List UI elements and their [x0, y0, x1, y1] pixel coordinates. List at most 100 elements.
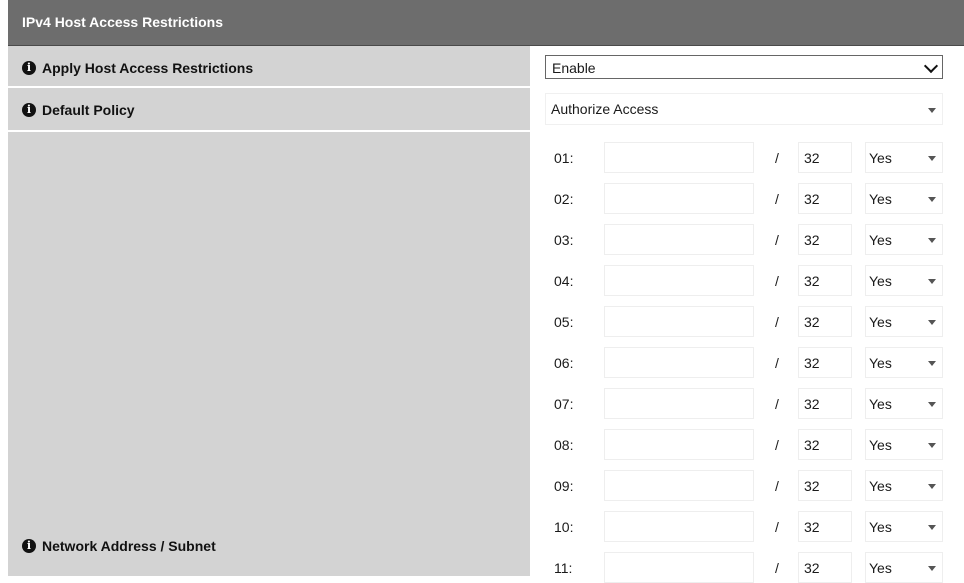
subnet-mask-input[interactable]: 32: [798, 265, 852, 296]
row-enabled-value: Yes: [869, 232, 892, 248]
subnet-mask-input[interactable]: 32: [798, 429, 852, 460]
subnet-separator: /: [775, 437, 779, 453]
subnet-mask-value: 32: [804, 519, 820, 535]
network-address-input[interactable]: [604, 224, 754, 255]
row-number: 07:: [554, 396, 574, 412]
subnet-separator: /: [775, 519, 779, 535]
chevron-down-icon: [923, 58, 939, 74]
row-number: 02:: [554, 191, 574, 207]
row-enabled-select[interactable]: Yes: [865, 388, 943, 419]
policy-label-cell: i Default Policy: [8, 88, 530, 131]
host-access-panel: IPv4 Host Access Restrictions i Apply Ho…: [0, 0, 964, 583]
row-enabled-select[interactable]: Yes: [865, 429, 943, 460]
apply-label-cell: i Apply Host Access Restrictions: [8, 46, 530, 87]
row-enabled-select[interactable]: Yes: [865, 183, 943, 214]
row-number: 08:: [554, 437, 574, 453]
chevron-down-icon: [928, 484, 936, 489]
network-address-input[interactable]: [604, 429, 754, 460]
subnet-mask-input[interactable]: 32: [798, 470, 852, 501]
subnet-mask-value: 32: [804, 355, 820, 371]
info-icon[interactable]: i: [22, 103, 36, 117]
row-enabled-select[interactable]: Yes: [865, 142, 943, 173]
subnet-mask-input[interactable]: 32: [798, 347, 852, 378]
row-enabled-value: Yes: [869, 478, 892, 494]
row-number: 09:: [554, 478, 574, 494]
row-enabled-select[interactable]: Yes: [865, 470, 943, 501]
chevron-down-icon: [928, 279, 936, 284]
subnet-separator: /: [775, 150, 779, 166]
subnet-separator: /: [775, 273, 779, 289]
apply-restrictions-select[interactable]: Enable: [545, 55, 943, 79]
row-number: 03:: [554, 232, 574, 248]
subnet-separator: /: [775, 314, 779, 330]
subnet-mask-value: 32: [804, 396, 820, 412]
row-enabled-value: Yes: [869, 396, 892, 412]
network-address-input[interactable]: [604, 552, 754, 583]
network-address-input[interactable]: [604, 511, 754, 542]
subnet-mask-input[interactable]: 32: [798, 388, 852, 419]
subnet-separator: /: [775, 560, 779, 576]
network-address-input[interactable]: [604, 265, 754, 296]
section-title: IPv4 Host Access Restrictions: [22, 14, 224, 30]
info-icon[interactable]: i: [22, 539, 36, 553]
network-address-input[interactable]: [604, 306, 754, 337]
row-number: 11:: [554, 560, 573, 576]
row-enabled-select[interactable]: Yes: [865, 265, 943, 296]
chevron-down-icon: [928, 238, 936, 243]
subnet-mask-value: 32: [804, 273, 820, 289]
row-enabled-select[interactable]: Yes: [865, 347, 943, 378]
chevron-down-icon: [928, 108, 936, 113]
subnet-mask-input[interactable]: 32: [798, 142, 852, 173]
network-label-cell: i Network Address / Subnet: [8, 132, 530, 576]
network-address-input[interactable]: [604, 142, 754, 173]
row-enabled-value: Yes: [869, 150, 892, 166]
row-enabled-select[interactable]: Yes: [865, 511, 943, 542]
subnet-separator: /: [775, 232, 779, 248]
network-address-input[interactable]: [604, 183, 754, 214]
row-enabled-value: Yes: [869, 191, 892, 207]
default-policy-select[interactable]: Authorize Access: [545, 93, 943, 125]
chevron-down-icon: [928, 443, 936, 448]
network-label: Network Address / Subnet: [42, 538, 216, 554]
row-enabled-select[interactable]: Yes: [865, 224, 943, 255]
subnet-mask-value: 32: [804, 478, 820, 494]
row-enabled-select[interactable]: Yes: [865, 306, 943, 337]
subnet-mask-value: 32: [804, 560, 820, 576]
chevron-down-icon: [928, 320, 936, 325]
subnet-mask-input[interactable]: 32: [798, 511, 852, 542]
chevron-down-icon: [928, 361, 936, 366]
row-number: 06:: [554, 355, 574, 371]
section-header: IPv4 Host Access Restrictions: [8, 0, 964, 46]
apply-restrictions-value: Enable: [552, 60, 596, 76]
subnet-separator: /: [775, 191, 779, 207]
subnet-mask-value: 32: [804, 191, 820, 207]
subnet-separator: /: [775, 478, 779, 494]
policy-label: Default Policy: [42, 102, 135, 118]
row-enabled-value: Yes: [869, 437, 892, 453]
row-enabled-value: Yes: [869, 355, 892, 371]
chevron-down-icon: [928, 402, 936, 407]
subnet-separator: /: [775, 396, 779, 412]
row-number: 04:: [554, 273, 574, 289]
row-enabled-value: Yes: [869, 314, 892, 330]
subnet-mask-value: 32: [804, 437, 820, 453]
row-number: 10:: [554, 519, 574, 535]
subnet-mask-value: 32: [804, 150, 820, 166]
subnet-mask-input[interactable]: 32: [798, 183, 852, 214]
row-enabled-value: Yes: [869, 519, 892, 535]
row-enabled-select[interactable]: Yes: [865, 552, 943, 583]
subnet-mask-input[interactable]: 32: [798, 306, 852, 337]
chevron-down-icon: [928, 197, 936, 202]
subnet-mask-input[interactable]: 32: [798, 224, 852, 255]
chevron-down-icon: [928, 525, 936, 530]
default-policy-value: Authorize Access: [551, 101, 659, 117]
network-address-input[interactable]: [604, 347, 754, 378]
subnet-mask-value: 32: [804, 314, 820, 330]
info-icon[interactable]: i: [22, 61, 36, 75]
chevron-down-icon: [928, 566, 936, 571]
subnet-mask-input[interactable]: 32: [798, 552, 852, 583]
network-address-input[interactable]: [604, 470, 754, 501]
network-address-input[interactable]: [604, 388, 754, 419]
chevron-down-icon: [928, 156, 936, 161]
apply-label: Apply Host Access Restrictions: [42, 60, 254, 76]
